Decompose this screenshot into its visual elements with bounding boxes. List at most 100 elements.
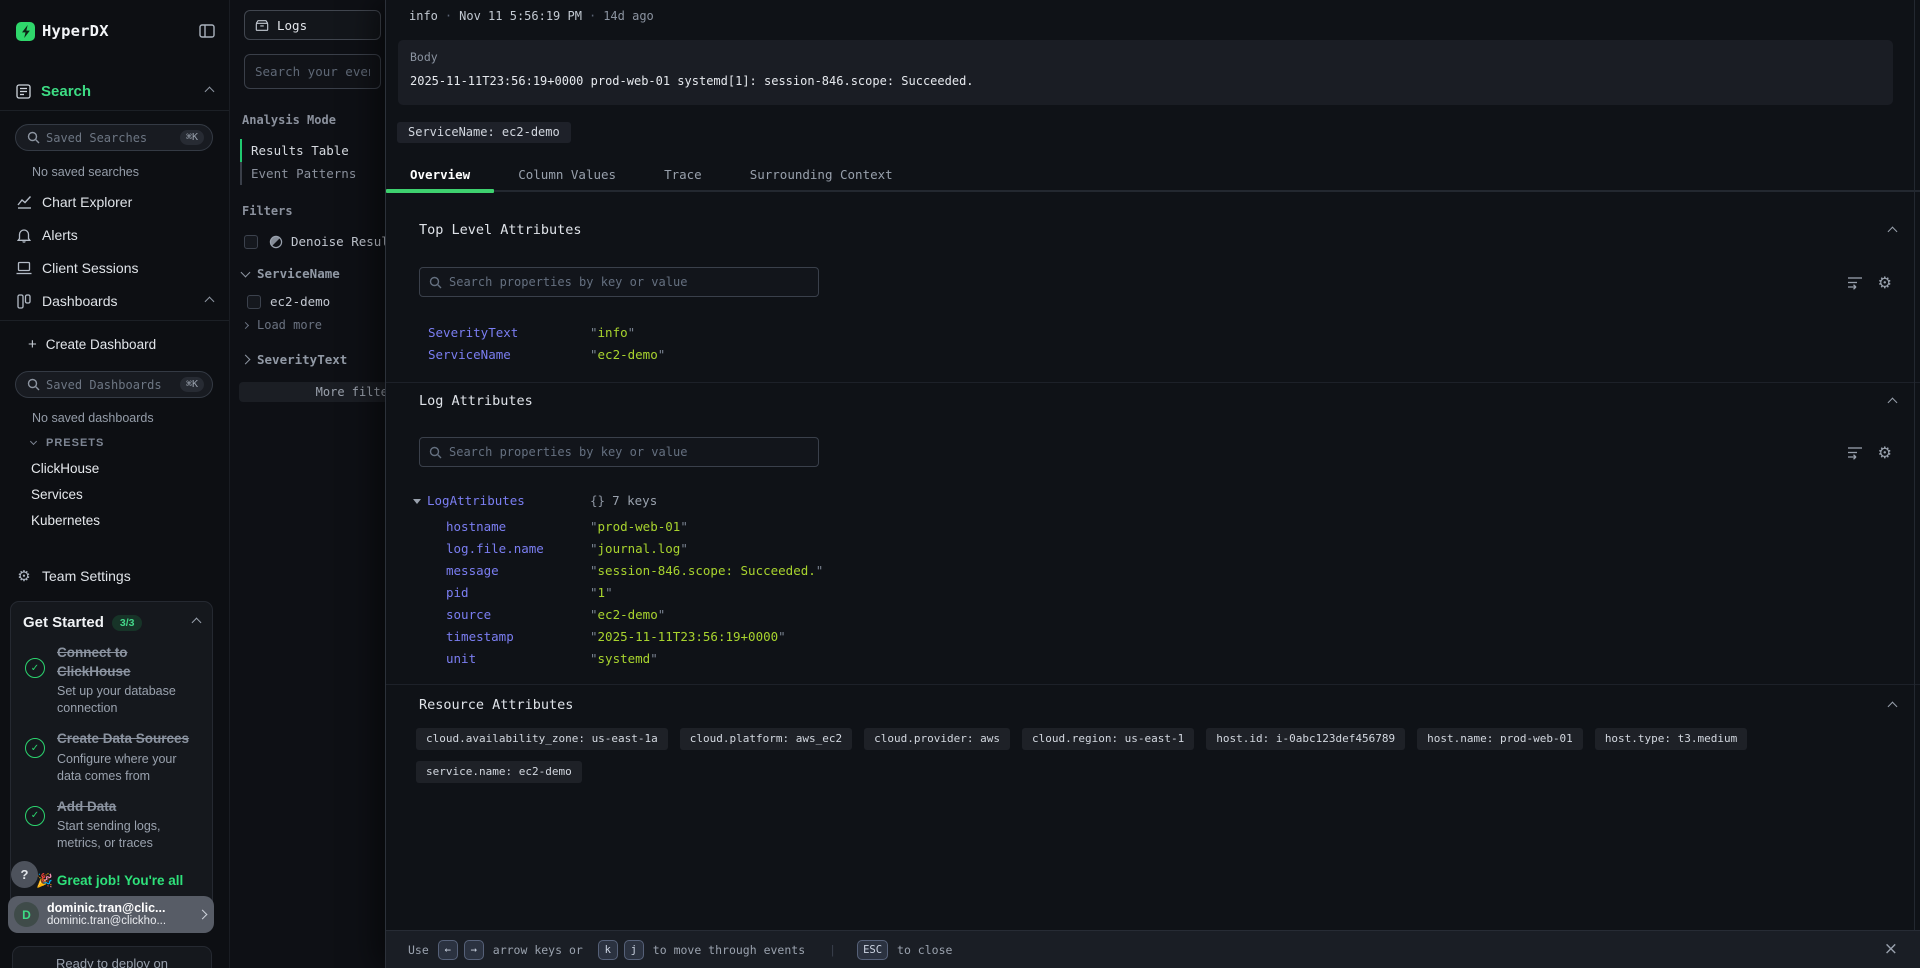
chevron-right-icon [198, 910, 208, 920]
preset-kubernetes[interactable]: Kubernetes [31, 513, 229, 531]
detail-tabs: Overview Column Values Trace Surrounding… [386, 158, 1920, 192]
collapse-sidebar-icon[interactable] [199, 24, 215, 38]
no-saved-searches-text: No saved searches [32, 165, 229, 179]
resource-chip: host.type: t3.medium [1595, 728, 1747, 750]
saved-dashboards-field[interactable] [46, 378, 180, 392]
help-button[interactable]: ? [11, 861, 38, 888]
source-selector-button[interactable]: Logs [244, 10, 381, 40]
preset-services[interactable]: Services [31, 487, 229, 505]
bell-icon [16, 228, 32, 243]
divider [386, 684, 1920, 685]
gear-icon[interactable]: ⚙ [1878, 273, 1892, 292]
brand-row: HyperDX [0, 0, 229, 45]
check-circle-icon: ✓ [25, 738, 45, 758]
arrow-right-key: → [464, 940, 484, 960]
attribute-row[interactable]: hostname prod-web-01 [386, 516, 1920, 538]
event-timestamp: Nov 11 5:56:19 PM [459, 9, 582, 23]
saved-searches-field[interactable] [46, 131, 180, 145]
sidebar-item-dashboards[interactable]: Dashboards [0, 291, 229, 311]
sidebar-item-team-settings[interactable]: ⚙ Team Settings [16, 567, 229, 585]
resource-chip: cloud.availability_zone: us-east-1a [416, 728, 668, 750]
progress-badge: 3/3 [112, 615, 143, 631]
filter-lines-icon[interactable] [1847, 445, 1864, 460]
resource-chip: service.name: ec2-demo [416, 761, 582, 783]
attribute-row[interactable]: unit systemd [386, 648, 1920, 670]
collapse-section-icon[interactable] [1888, 227, 1898, 237]
sidebar-item-client-sessions[interactable]: Client Sessions [0, 258, 229, 278]
sidebar-item-chart-explorer[interactable]: Chart Explorer [0, 192, 229, 212]
scrollbar-track[interactable] [1914, 0, 1915, 930]
log-attributes-actions: ⚙ [1847, 443, 1892, 462]
denoise-icon [269, 235, 283, 249]
sidebar-search-label: Search [41, 83, 91, 100]
tab-column-values[interactable]: Column Values [494, 158, 640, 190]
get-started-item[interactable]: ✓ Add Data Start sending logs, metrics, … [23, 798, 200, 853]
filter-lines-icon[interactable] [1847, 275, 1864, 290]
create-dashboard-button[interactable]: + Create Dashboard [28, 334, 229, 354]
k-key: k [598, 940, 618, 960]
get-started-item[interactable]: ✓ Create Data Sources Configure where yo… [23, 730, 200, 785]
ec2-demo-checkbox[interactable] [247, 295, 261, 309]
saved-dashboards-input[interactable]: ⌘K [15, 371, 213, 398]
attribute-row[interactable]: message session-846.scope: Succeeded. [386, 560, 1920, 582]
divider [386, 382, 1920, 383]
chevron-right-icon [241, 355, 251, 365]
body-text: 2025-11-11T23:56:19+0000 prod-web-01 sys… [410, 74, 1881, 88]
tab-overview[interactable]: Overview [386, 158, 494, 190]
top-level-search[interactable] [419, 267, 819, 297]
drawer-footer: Use ← → arrow keys or k j to move throug… [386, 930, 1920, 968]
mode-event-patterns[interactable]: Event Patterns [240, 162, 385, 185]
resource-chip: cloud.provider: aws [864, 728, 1010, 750]
collapse-section-icon[interactable] [1888, 702, 1898, 712]
resource-chip: cloud.platform: aws_ec2 [680, 728, 852, 750]
tab-surrounding-context[interactable]: Surrounding Context [726, 158, 917, 190]
gear-icon: ⚙ [16, 567, 32, 585]
body-label: Body [410, 50, 1881, 64]
log-attributes-search[interactable] [419, 437, 819, 467]
attribute-row[interactable]: pid 1 [386, 582, 1920, 604]
get-started-item[interactable]: ✓ Connect to ClickHouse Set up your data… [23, 644, 200, 717]
attribute-row[interactable]: SeverityText info [386, 322, 1920, 344]
logs-source-icon [255, 19, 269, 32]
close-icon[interactable]: × [1884, 941, 1898, 958]
facet-severitytext[interactable]: SeverityText [242, 352, 385, 367]
chevron-up-icon[interactable] [192, 618, 202, 628]
denoise-checkbox[interactable] [244, 235, 258, 249]
resource-attribute-chips: cloud.availability_zone: us-east-1a clou… [416, 728, 1856, 783]
service-name-chip[interactable]: ServiceName: ec2-demo [397, 122, 571, 143]
attribute-row[interactable]: timestamp 2025-11-11T23:56:19+0000 [386, 626, 1920, 648]
tab-trace[interactable]: Trace [640, 158, 726, 190]
preset-clickhouse[interactable]: ClickHouse [31, 461, 229, 479]
event-search-input[interactable] [244, 54, 381, 89]
divider [0, 110, 229, 111]
brand-title: HyperDX [42, 22, 109, 40]
user-menu[interactable]: D dominic.tran@clic... dominic.tran@clic… [8, 896, 214, 933]
chevron-up-icon[interactable] [205, 86, 215, 96]
presets-toggle[interactable]: PRESETS [31, 437, 229, 449]
gear-icon[interactable]: ⚙ [1878, 443, 1892, 462]
search-icon [429, 446, 442, 459]
search-icon [429, 276, 442, 289]
attribute-tree-root[interactable]: LogAttributes {}7 keys [386, 490, 1920, 512]
saved-searches-input[interactable]: ⌘K [15, 124, 213, 151]
facet-servicename[interactable]: ServiceName [242, 266, 385, 281]
chevron-down-icon [30, 438, 37, 445]
facet-option-ec2-demo[interactable]: ec2-demo [247, 294, 385, 309]
sidebar-item-search[interactable]: Search [0, 78, 229, 104]
top-level-search-field[interactable] [449, 275, 809, 289]
attribute-row[interactable]: log.file.name journal.log [386, 538, 1920, 560]
load-more-button[interactable]: Load more [243, 318, 385, 332]
event-header: info·Nov 11 5:56:19 PM·14d ago [409, 9, 654, 23]
deploy-note-card[interactable]: Ready to deploy on [12, 946, 212, 968]
collapse-section-icon[interactable] [1888, 398, 1898, 408]
shortcut-badge: ⌘K [180, 377, 204, 392]
get-started-header[interactable]: Get Started 3/3 [23, 614, 200, 631]
attribute-row[interactable]: ServiceName ec2-demo [386, 344, 1920, 366]
log-attributes-search-field[interactable] [449, 445, 809, 459]
attribute-row[interactable]: source ec2-demo [386, 604, 1920, 626]
mode-results-table[interactable]: Results Table [240, 139, 385, 162]
sidebar-item-alerts[interactable]: Alerts [0, 225, 229, 245]
caret-down-icon[interactable] [413, 499, 421, 504]
denoise-filter[interactable]: Denoise Results [244, 234, 385, 249]
chevron-up-icon[interactable] [205, 296, 215, 306]
